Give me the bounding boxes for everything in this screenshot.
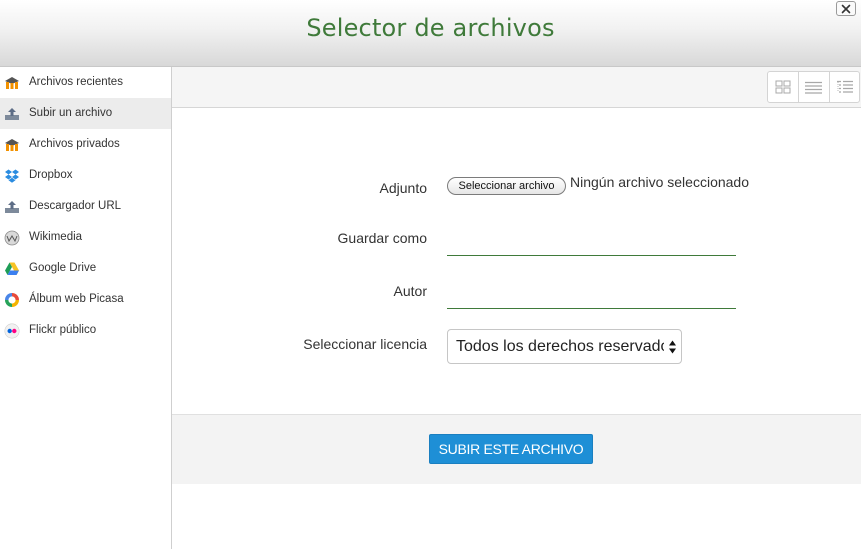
- dialog-title: Selector de archivos: [306, 14, 555, 42]
- sidebar-item-label: Subir un archivo: [29, 107, 113, 119]
- view-as-tree-button[interactable]: [828, 72, 859, 102]
- close-icon: [841, 4, 851, 13]
- close-button[interactable]: [836, 1, 856, 16]
- dropbox-icon: [5, 169, 19, 183]
- repository-sidebar: Archivos recientes Subir un archivo Arch…: [0, 67, 172, 549]
- google-drive-icon: [5, 262, 19, 275]
- url-download-icon: [5, 201, 19, 213]
- sidebar-item-flickr[interactable]: Flickr público: [0, 315, 171, 346]
- view-as-list-button[interactable]: [798, 72, 828, 102]
- select-arrows-icon: [669, 340, 676, 354]
- wikimedia-icon: [4, 230, 20, 246]
- sidebar-item-label: Descargador URL: [29, 200, 122, 212]
- file-status-text: Ningún archivo seleccionado: [570, 174, 749, 190]
- sidebar-item-dropbox[interactable]: Dropbox: [0, 160, 171, 191]
- sidebar-item-url-downloader[interactable]: Descargador URL: [0, 191, 171, 222]
- sidebar-item-label: Flickr público: [29, 324, 97, 336]
- sidebar-item-google-drive[interactable]: Google Drive: [0, 253, 171, 284]
- moodle-icon: [5, 77, 19, 89]
- sidebar-item-recent-files[interactable]: Archivos recientes: [0, 67, 171, 98]
- moodle-icon: [5, 139, 19, 151]
- sidebar-item-label: Archivos recientes: [29, 76, 123, 88]
- sidebar-item-wikimedia[interactable]: Wikimedia: [0, 222, 171, 253]
- sidebar-item-label: Wikimedia: [29, 231, 83, 243]
- sidebar-item-picasa[interactable]: Álbum web Picasa: [0, 284, 171, 315]
- sidebar-item-label: Dropbox: [29, 169, 73, 181]
- sidebar-item-label: Google Drive: [29, 262, 97, 274]
- form-footer: SUBIR ESTE ARCHIVO: [172, 414, 861, 484]
- view-toolbar: [172, 67, 861, 108]
- save-as-input[interactable]: [447, 230, 736, 256]
- tree-view-icon: [836, 80, 853, 93]
- view-as-icons-button[interactable]: [768, 72, 798, 102]
- upload-icon: [5, 108, 19, 120]
- icons-view-icon: [775, 80, 791, 94]
- sidebar-item-label: Archivos privados: [29, 138, 120, 150]
- view-switcher: [767, 71, 860, 103]
- attachment-label: Adjunto: [379, 180, 427, 196]
- dialog-header: Selector de archivos: [0, 0, 861, 67]
- upload-panel: Adjunto Seleccionar archivo Ningún archi…: [172, 67, 861, 549]
- flickr-icon: [4, 323, 20, 339]
- sidebar-item-upload-file[interactable]: Subir un archivo: [0, 98, 171, 129]
- choose-file-button[interactable]: Seleccionar archivo: [447, 177, 566, 195]
- upload-file-button[interactable]: SUBIR ESTE ARCHIVO: [429, 434, 593, 464]
- list-view-icon: [805, 81, 823, 94]
- sidebar-item-label: Álbum web Picasa: [29, 293, 124, 305]
- author-input[interactable]: [447, 283, 736, 309]
- picasa-icon: [5, 293, 19, 307]
- author-label: Autor: [393, 283, 427, 299]
- sidebar-item-private-files[interactable]: Archivos privados: [0, 129, 171, 160]
- license-select-value: Todos los derechos reservados: [456, 337, 664, 355]
- license-label: Seleccionar licencia: [303, 336, 427, 352]
- license-select[interactable]: Todos los derechos reservados: [447, 329, 682, 364]
- save-as-label: Guardar como: [337, 230, 427, 246]
